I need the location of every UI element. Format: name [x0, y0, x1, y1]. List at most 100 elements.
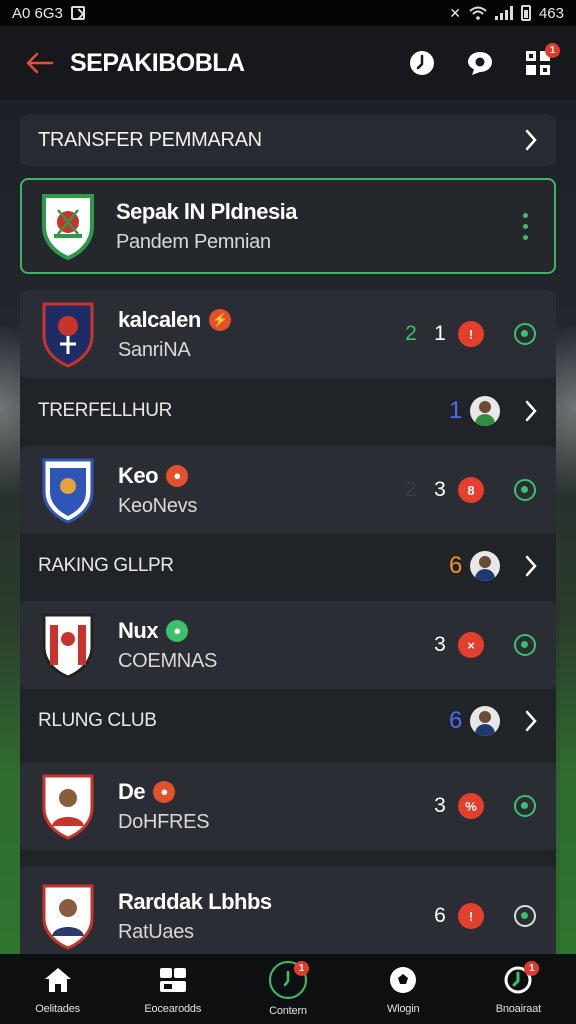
club-name: Keo	[118, 462, 159, 488]
nav-item-home[interactable]: Oelitades	[8, 963, 108, 1015]
nav-item-dashboard[interactable]: Eocearodds	[123, 963, 223, 1015]
flame-icon: ⚡	[208, 308, 231, 331]
transfer-bar[interactable]: TRANSFER PEMMARAN	[20, 114, 556, 166]
kebab-dot	[523, 234, 528, 240]
home-icon	[44, 968, 71, 992]
stat-badge: %	[458, 793, 484, 819]
fire-icon: ●	[153, 780, 176, 803]
avatar	[470, 396, 500, 426]
grid-menu-button[interactable]: 1	[520, 43, 560, 81]
club-row[interactable]: kalcalen ⚡ SanriNA 2 1 !	[20, 290, 556, 378]
main-content: TRANSFER PEMMARAN Sepak lN Pldnesia Pand…	[0, 100, 576, 970]
chevron-right-icon	[525, 400, 537, 422]
nav-label: Contern	[269, 1005, 307, 1017]
stat-b: 3	[434, 794, 446, 817]
club-row[interactable]: Nux ● COEMNAS 3 ×	[20, 601, 556, 689]
soccer-ball-icon	[390, 967, 417, 993]
chat-button[interactable]	[462, 45, 498, 81]
red-striped-crest-icon	[42, 613, 94, 679]
bottom-nav: Oelitades Eocearodds 1 Contern Wlogin 1 …	[0, 954, 576, 1024]
club-subtitle: KeoNevs	[118, 494, 198, 517]
transfer-label: TRANSFER PEMMARAN	[38, 128, 262, 151]
avatar	[470, 551, 500, 581]
blue-crest-icon	[42, 458, 94, 524]
app-bar: SEPAKIBOBLA 1	[0, 26, 576, 100]
mute-icon: ✕	[449, 4, 461, 21]
signal-icon	[494, 6, 513, 20]
status-ring-icon	[514, 479, 536, 501]
grid-badge: 1	[545, 43, 560, 58]
status-ring-icon	[514, 905, 536, 927]
status-ring-icon	[514, 634, 536, 656]
navy-crest-icon	[42, 302, 94, 368]
stat-b: 1	[434, 322, 446, 345]
chevron-right-icon	[525, 555, 537, 577]
club-row[interactable]: Keo ● KeoNevs 2 3 8	[20, 446, 556, 534]
sub-row-number: 1	[449, 397, 462, 424]
stat-badge: !	[458, 903, 484, 929]
clock-icon	[410, 51, 434, 75]
screenshot-icon	[70, 6, 85, 20]
featured-club-subtitle: Pandem Pemnian	[116, 230, 271, 253]
nav-item-login[interactable]: Wlogin	[353, 963, 453, 1015]
sub-row-label: RLUNG CLUB	[38, 710, 157, 731]
stat-badge: !	[458, 321, 484, 347]
club-row[interactable]: Rarddak Lbhbs RatUaes 6 !	[20, 866, 556, 966]
sub-row-label: RAKING GLLPR	[38, 555, 174, 576]
kebab-dot	[523, 212, 528, 218]
chevron-right-icon	[524, 129, 538, 151]
club-subtitle: DoHFRES	[118, 810, 210, 833]
sub-row[interactable]: RLUNG CLUB 6	[20, 692, 556, 750]
battery-text: 463	[538, 4, 564, 22]
nav-item-stats[interactable]: 1 Bnoairaat	[468, 961, 568, 1015]
club-name: Rarddak Lbhbs	[118, 888, 272, 914]
club-subtitle: RatUaes	[118, 920, 194, 943]
sub-row-label: TRERFELLHUR	[38, 400, 172, 421]
nav-badge: 1	[524, 961, 540, 976]
wifi-icon	[469, 6, 487, 20]
status-bar: A0 6G3 ✕ 463	[0, 0, 576, 26]
status-ring-icon	[514, 795, 536, 817]
back-arrow-icon	[26, 52, 54, 74]
stat-b: 3	[434, 633, 446, 656]
stat-a: 2	[405, 322, 417, 345]
sub-row-number: 6	[449, 552, 462, 579]
green-crest-icon	[42, 194, 94, 260]
back-button[interactable]	[20, 44, 58, 82]
sub-row[interactable]: RAKING GLLPR 6	[20, 537, 556, 595]
kebab-dot	[523, 223, 528, 229]
more-options-button[interactable]	[515, 209, 536, 244]
stat-badge: ×	[458, 632, 484, 658]
stat-badge: 8	[458, 477, 484, 503]
history-button[interactable]	[404, 45, 440, 81]
nav-item-contern[interactable]: 1 Contern	[238, 961, 338, 1017]
leaf-icon: ●	[166, 619, 189, 642]
nav-label: Wlogin	[386, 1003, 420, 1015]
club-row[interactable]: De ● DoHFRES 3 %	[20, 762, 556, 850]
player-crest-icon	[42, 884, 94, 950]
player-crest-icon	[42, 774, 94, 840]
featured-club-name: Sepak lN Pldnesia	[116, 198, 298, 224]
status-ring-icon	[514, 323, 536, 345]
stat-b: 6	[434, 904, 446, 927]
club-name: Nux	[118, 617, 159, 643]
sub-row[interactable]: TRERFELLHUR 1	[20, 382, 556, 440]
club-list: kalcalen ⚡ SanriNA 2 1 ! TRERFELLHUR 1 K…	[20, 290, 556, 970]
chevron-right-icon	[525, 710, 537, 732]
featured-club-card[interactable]: Sepak lN Pldnesia Pandem Pemnian	[20, 178, 556, 274]
fire-icon: ●	[166, 464, 189, 487]
club-subtitle: SanriNA	[118, 338, 191, 361]
sub-row-number: 6	[449, 707, 462, 734]
stat-a: 2	[405, 478, 417, 501]
club-subtitle: COEMNAS	[118, 649, 218, 672]
chat-icon	[468, 52, 492, 75]
stat-b: 3	[434, 478, 446, 501]
battery-icon	[520, 5, 531, 21]
club-name: De	[118, 778, 146, 804]
avatar	[470, 706, 500, 736]
app-title: SEPAKIBOBLA	[70, 48, 245, 77]
nav-badge: 1	[293, 961, 309, 976]
nav-label: Eocearodds	[144, 1003, 202, 1015]
dashboard-icon	[159, 968, 186, 992]
nav-label: Oelitades	[35, 1003, 80, 1015]
